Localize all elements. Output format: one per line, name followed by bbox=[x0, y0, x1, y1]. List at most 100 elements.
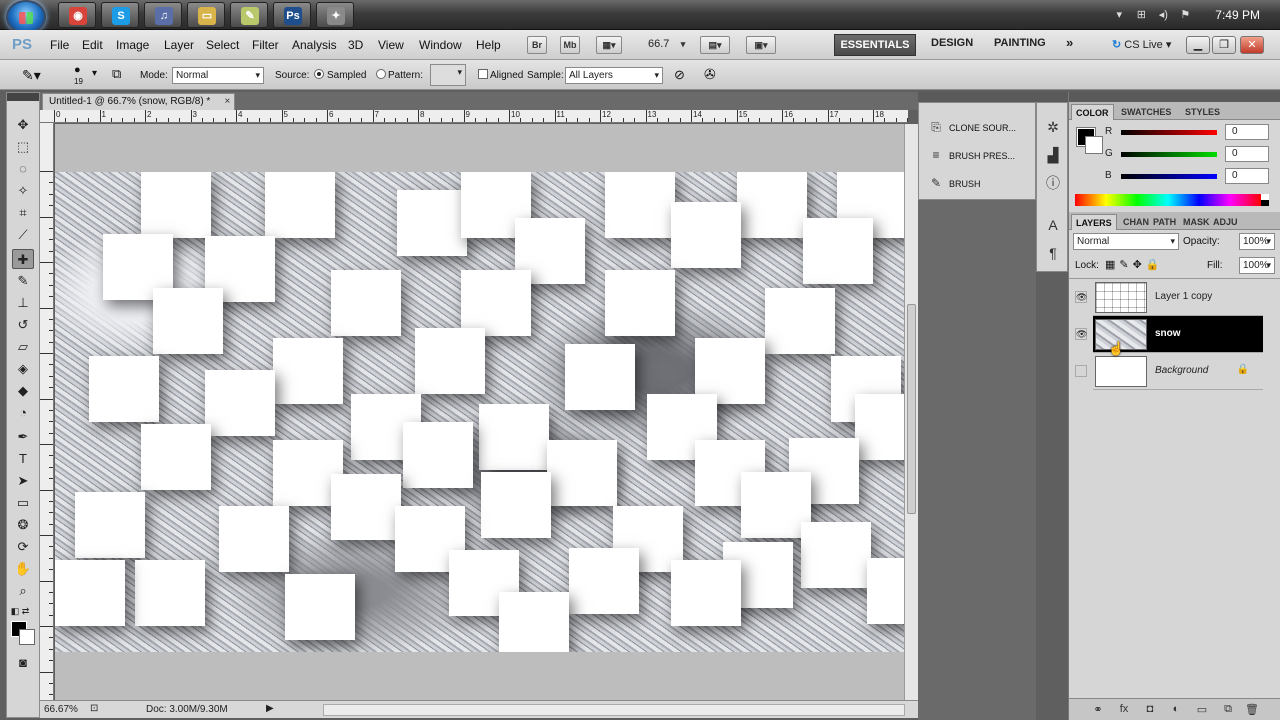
red-value[interactable]: 0 bbox=[1225, 124, 1269, 140]
aligned-checkbox[interactable] bbox=[478, 69, 488, 79]
healing-brush-tool-icon[interactable]: ✚ bbox=[12, 249, 34, 269]
character-icon[interactable]: A bbox=[1043, 215, 1063, 235]
dock-collapse-bar[interactable] bbox=[918, 92, 1068, 102]
lasso-tool-icon[interactable]: ◌ bbox=[12, 159, 34, 179]
green-value[interactable]: 0 bbox=[1225, 146, 1269, 162]
type-tool-icon[interactable]: T bbox=[12, 449, 34, 469]
view-extras-button[interactable]: ▦▾ bbox=[596, 36, 622, 54]
brush-presets-panel-button[interactable]: ≡ BRUSH PRES... bbox=[927, 145, 1035, 165]
healing-brush-tool-icon[interactable]: ✎▾ bbox=[22, 67, 41, 84]
menu-3d[interactable]: 3D bbox=[348, 38, 363, 52]
layer-row[interactable]: Layer 1 copy bbox=[1093, 279, 1263, 316]
taskbar-app-3[interactable]: ▭ bbox=[187, 2, 225, 28]
shape-tool-icon[interactable]: ▭ bbox=[12, 493, 34, 513]
blend-mode-select[interactable]: Normal bbox=[1073, 233, 1179, 250]
hand-tool-icon[interactable]: ✋ bbox=[12, 559, 34, 579]
brush-panel-icon[interactable]: ⧉ bbox=[112, 66, 121, 82]
brush-tool-icon[interactable]: ✎ bbox=[12, 271, 34, 291]
lock-icons[interactable]: ▦✎✥🔒 bbox=[1105, 258, 1164, 271]
source-pattern-radio[interactable] bbox=[376, 69, 386, 79]
status-arrow-icon[interactable]: ▶ bbox=[266, 703, 274, 714]
history-brush-tool-icon[interactable]: ↺ bbox=[12, 315, 34, 335]
taskbar-app-6[interactable]: ✦ bbox=[316, 2, 354, 28]
tab-paths[interactable]: PATH bbox=[1149, 214, 1180, 230]
3d-orbit-tool-icon[interactable]: ⟳ bbox=[12, 537, 34, 557]
fill-field[interactable]: 100% bbox=[1239, 257, 1275, 274]
move-tool-icon[interactable]: ✥ bbox=[12, 115, 34, 135]
menu-analysis[interactable]: Analysis bbox=[292, 38, 337, 52]
tab-swatches[interactable]: SWATCHES bbox=[1117, 104, 1175, 120]
workspace-painting[interactable]: PAINTING bbox=[994, 37, 1046, 49]
quick-mask-icon[interactable]: ◙ bbox=[12, 653, 34, 673]
blur-tool-icon[interactable]: ◆ bbox=[12, 381, 34, 401]
background-color-swatch[interactable] bbox=[19, 629, 35, 645]
new-layer-icon[interactable]: ⧉ bbox=[1221, 703, 1235, 717]
layer-visibility-eye-icon[interactable] bbox=[1075, 365, 1087, 377]
canvas[interactable] bbox=[55, 172, 904, 652]
navigator-icon[interactable]: ✲ bbox=[1043, 117, 1063, 137]
taskbar-app-4[interactable]: ✎ bbox=[230, 2, 268, 28]
close-document-icon[interactable]: × bbox=[224, 94, 230, 110]
tab-adjustments[interactable]: ADJU bbox=[1209, 214, 1242, 230]
path-select-tool-icon[interactable]: ➤ bbox=[12, 471, 34, 491]
opacity-field[interactable]: 100% bbox=[1239, 233, 1275, 250]
menu-help[interactable]: Help bbox=[476, 38, 501, 52]
3d-rotate-tool-icon[interactable]: ❂ bbox=[12, 515, 34, 535]
crop-tool-icon[interactable]: ⌗ bbox=[12, 203, 34, 223]
eraser-tool-icon[interactable]: ▱ bbox=[12, 337, 34, 357]
zoom-tool-icon[interactable]: ⌕ bbox=[12, 581, 34, 601]
taskbar-app-0[interactable]: ◉ bbox=[58, 2, 96, 28]
green-slider[interactable] bbox=[1121, 152, 1217, 157]
dodge-tool-icon[interactable]: ◔ bbox=[12, 403, 34, 423]
menu-image[interactable]: Image bbox=[116, 38, 149, 52]
layer-style-icon[interactable]: fx bbox=[1117, 703, 1131, 717]
histogram-icon[interactable]: ▟ bbox=[1043, 145, 1063, 165]
zoom-level[interactable]: 66.7 bbox=[648, 38, 669, 50]
bridge-button[interactable]: Br bbox=[527, 36, 547, 54]
horizontal-ruler[interactable]: 0 1 2 3 4 5 6 7 8 9 10 11 12 13 14 15 16 17 18 bbox=[40, 110, 908, 123]
layer-visibility-eye-icon[interactable]: 👁 bbox=[1075, 328, 1087, 340]
taskbar-app-2[interactable]: ♫ bbox=[144, 2, 182, 28]
blue-value[interactable]: 0 bbox=[1225, 168, 1269, 184]
paint-bucket-tool-icon[interactable]: ◈ bbox=[12, 359, 34, 379]
zoom-status[interactable]: 66.67% bbox=[44, 704, 78, 715]
clone-stamp-tool-icon[interactable]: ⊥ bbox=[12, 293, 34, 313]
flag-icon[interactable]: ⚑ bbox=[1179, 9, 1191, 21]
menu-filter[interactable]: Filter bbox=[252, 38, 279, 52]
zoom-dropdown-icon[interactable]: ▾ bbox=[678, 36, 688, 54]
brush-dropdown-icon[interactable]: ▾ bbox=[92, 68, 97, 79]
vertical-ruler[interactable] bbox=[40, 123, 54, 700]
delete-layer-icon[interactable]: 🗑 bbox=[1245, 703, 1259, 717]
color-panel-background[interactable] bbox=[1085, 136, 1103, 154]
clock[interactable]: 7:49 PM bbox=[1215, 8, 1260, 22]
add-mask-icon[interactable]: ◘ bbox=[1143, 703, 1157, 717]
menu-file[interactable]: File bbox=[50, 38, 69, 52]
new-group-icon[interactable]: ▭ bbox=[1195, 703, 1209, 717]
vertical-scrollbar[interactable] bbox=[904, 124, 918, 700]
workspace-essentials[interactable]: ESSENTIALS bbox=[834, 34, 916, 56]
right-dock-bar[interactable] bbox=[1069, 92, 1280, 102]
tab-styles[interactable]: STYLES bbox=[1181, 104, 1224, 120]
menu-layer[interactable]: Layer bbox=[164, 38, 194, 52]
marquee-tool-icon[interactable]: ⬚ bbox=[12, 137, 34, 157]
minimize-icon[interactable]: ▁ bbox=[1186, 36, 1210, 54]
workspace-design[interactable]: DESIGN bbox=[931, 37, 973, 49]
volume-icon[interactable]: ◂) bbox=[1157, 9, 1169, 21]
menu-edit[interactable]: Edit bbox=[82, 38, 103, 52]
red-slider[interactable] bbox=[1121, 130, 1217, 135]
pen-tool-icon[interactable]: ✒ bbox=[12, 427, 34, 447]
color-spectrum[interactable] bbox=[1075, 194, 1269, 206]
cs-live-button[interactable]: ↻ CS Live ▾ bbox=[1112, 38, 1171, 51]
taskbar-app-5[interactable]: Ps bbox=[273, 2, 311, 28]
layer-name[interactable]: Background bbox=[1155, 365, 1208, 376]
menu-window[interactable]: Window bbox=[419, 38, 462, 52]
eyedropper-tool-icon[interactable]: ⟋ bbox=[12, 225, 34, 245]
screen-mode-button[interactable]: ▣▾ bbox=[746, 36, 776, 54]
menu-select[interactable]: Select bbox=[206, 38, 239, 52]
tab-channels[interactable]: CHAN bbox=[1119, 214, 1153, 230]
quick-select-tool-icon[interactable]: ✧ bbox=[12, 181, 34, 201]
menu-view[interactable]: View bbox=[378, 38, 404, 52]
start-button[interactable] bbox=[6, 0, 46, 34]
mini-bridge-button[interactable]: Mb bbox=[560, 36, 580, 54]
tab-color[interactable]: COLOR bbox=[1071, 104, 1114, 120]
